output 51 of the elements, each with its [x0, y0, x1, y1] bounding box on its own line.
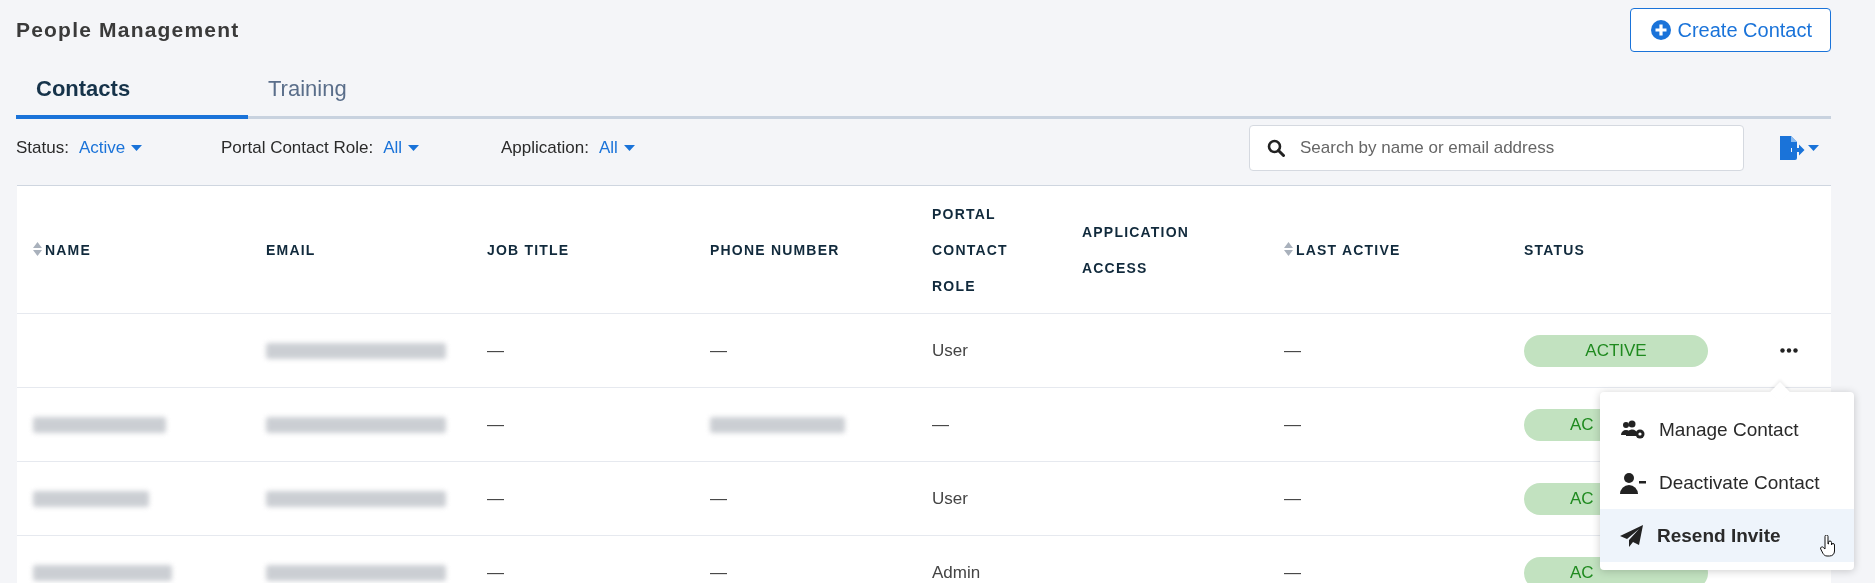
filter-label: Application:	[501, 138, 589, 158]
plus-circle-icon	[1651, 20, 1672, 40]
filter-dropdown[interactable]: All	[383, 138, 420, 158]
table-cell: —	[1284, 562, 1301, 583]
table-cell: User	[932, 340, 968, 361]
table-cell: —	[710, 562, 727, 583]
table-cell: —	[710, 340, 727, 361]
column-header: JOB TITLE	[487, 240, 570, 260]
table-cell: —	[710, 488, 727, 509]
column-header: APPLICATION ACCESS	[1082, 222, 1191, 278]
page-title: People Management	[16, 18, 240, 42]
table-cell: —	[1284, 488, 1301, 509]
tab[interactable]: Training	[248, 63, 480, 119]
column-header: STATUS	[1524, 240, 1586, 260]
caret-icon	[131, 144, 143, 152]
filter-label: Portal Contact Role:	[221, 138, 374, 158]
caret-icon	[1808, 144, 1819, 152]
paper-plane-icon	[1620, 524, 1644, 547]
search-field[interactable]: Search by name or email address	[1249, 125, 1744, 171]
caret-icon	[623, 144, 635, 152]
user-minus-icon	[1620, 471, 1646, 494]
file-export-icon	[1779, 136, 1805, 160]
table-cell: —	[487, 488, 504, 509]
filter-label: Status:	[16, 138, 69, 158]
users-gear-icon	[1620, 419, 1646, 440]
table-cell: —	[487, 562, 504, 583]
create-contact-button[interactable]: Create Contact	[1630, 8, 1831, 52]
sort-icon	[1284, 241, 1293, 256]
search-icon	[1267, 139, 1285, 157]
status-badge: ACTIVE	[1524, 334, 1708, 367]
table-cell: —	[487, 414, 504, 435]
table-cell: —	[1284, 414, 1301, 435]
column-header: PHONE NUMBER	[710, 240, 840, 260]
filter-dropdown[interactable]: Active	[78, 138, 143, 158]
tab[interactable]: Contacts	[16, 63, 248, 119]
table-cell: User	[932, 488, 968, 509]
hand-cursor-icon	[1820, 535, 1836, 557]
column-header: PORTAL CONTACT ROLE	[932, 204, 1009, 296]
table-cell: Admin	[932, 562, 981, 583]
column-header[interactable]: NAME	[33, 231, 92, 268]
table-cell: —	[1284, 340, 1301, 361]
table-cell: —	[487, 340, 504, 361]
export-button[interactable]	[1779, 136, 1819, 160]
more-icon[interactable]	[1780, 348, 1798, 353]
column-header: EMAIL	[266, 240, 316, 260]
caret-icon	[408, 144, 420, 152]
filter-dropdown[interactable]: All	[598, 138, 635, 158]
table-cell: —	[932, 414, 949, 435]
column-header[interactable]: LAST ACTIVE	[1284, 231, 1401, 268]
sort-icon	[33, 241, 42, 256]
menu-item[interactable]: Resend Invite	[1600, 509, 1854, 562]
